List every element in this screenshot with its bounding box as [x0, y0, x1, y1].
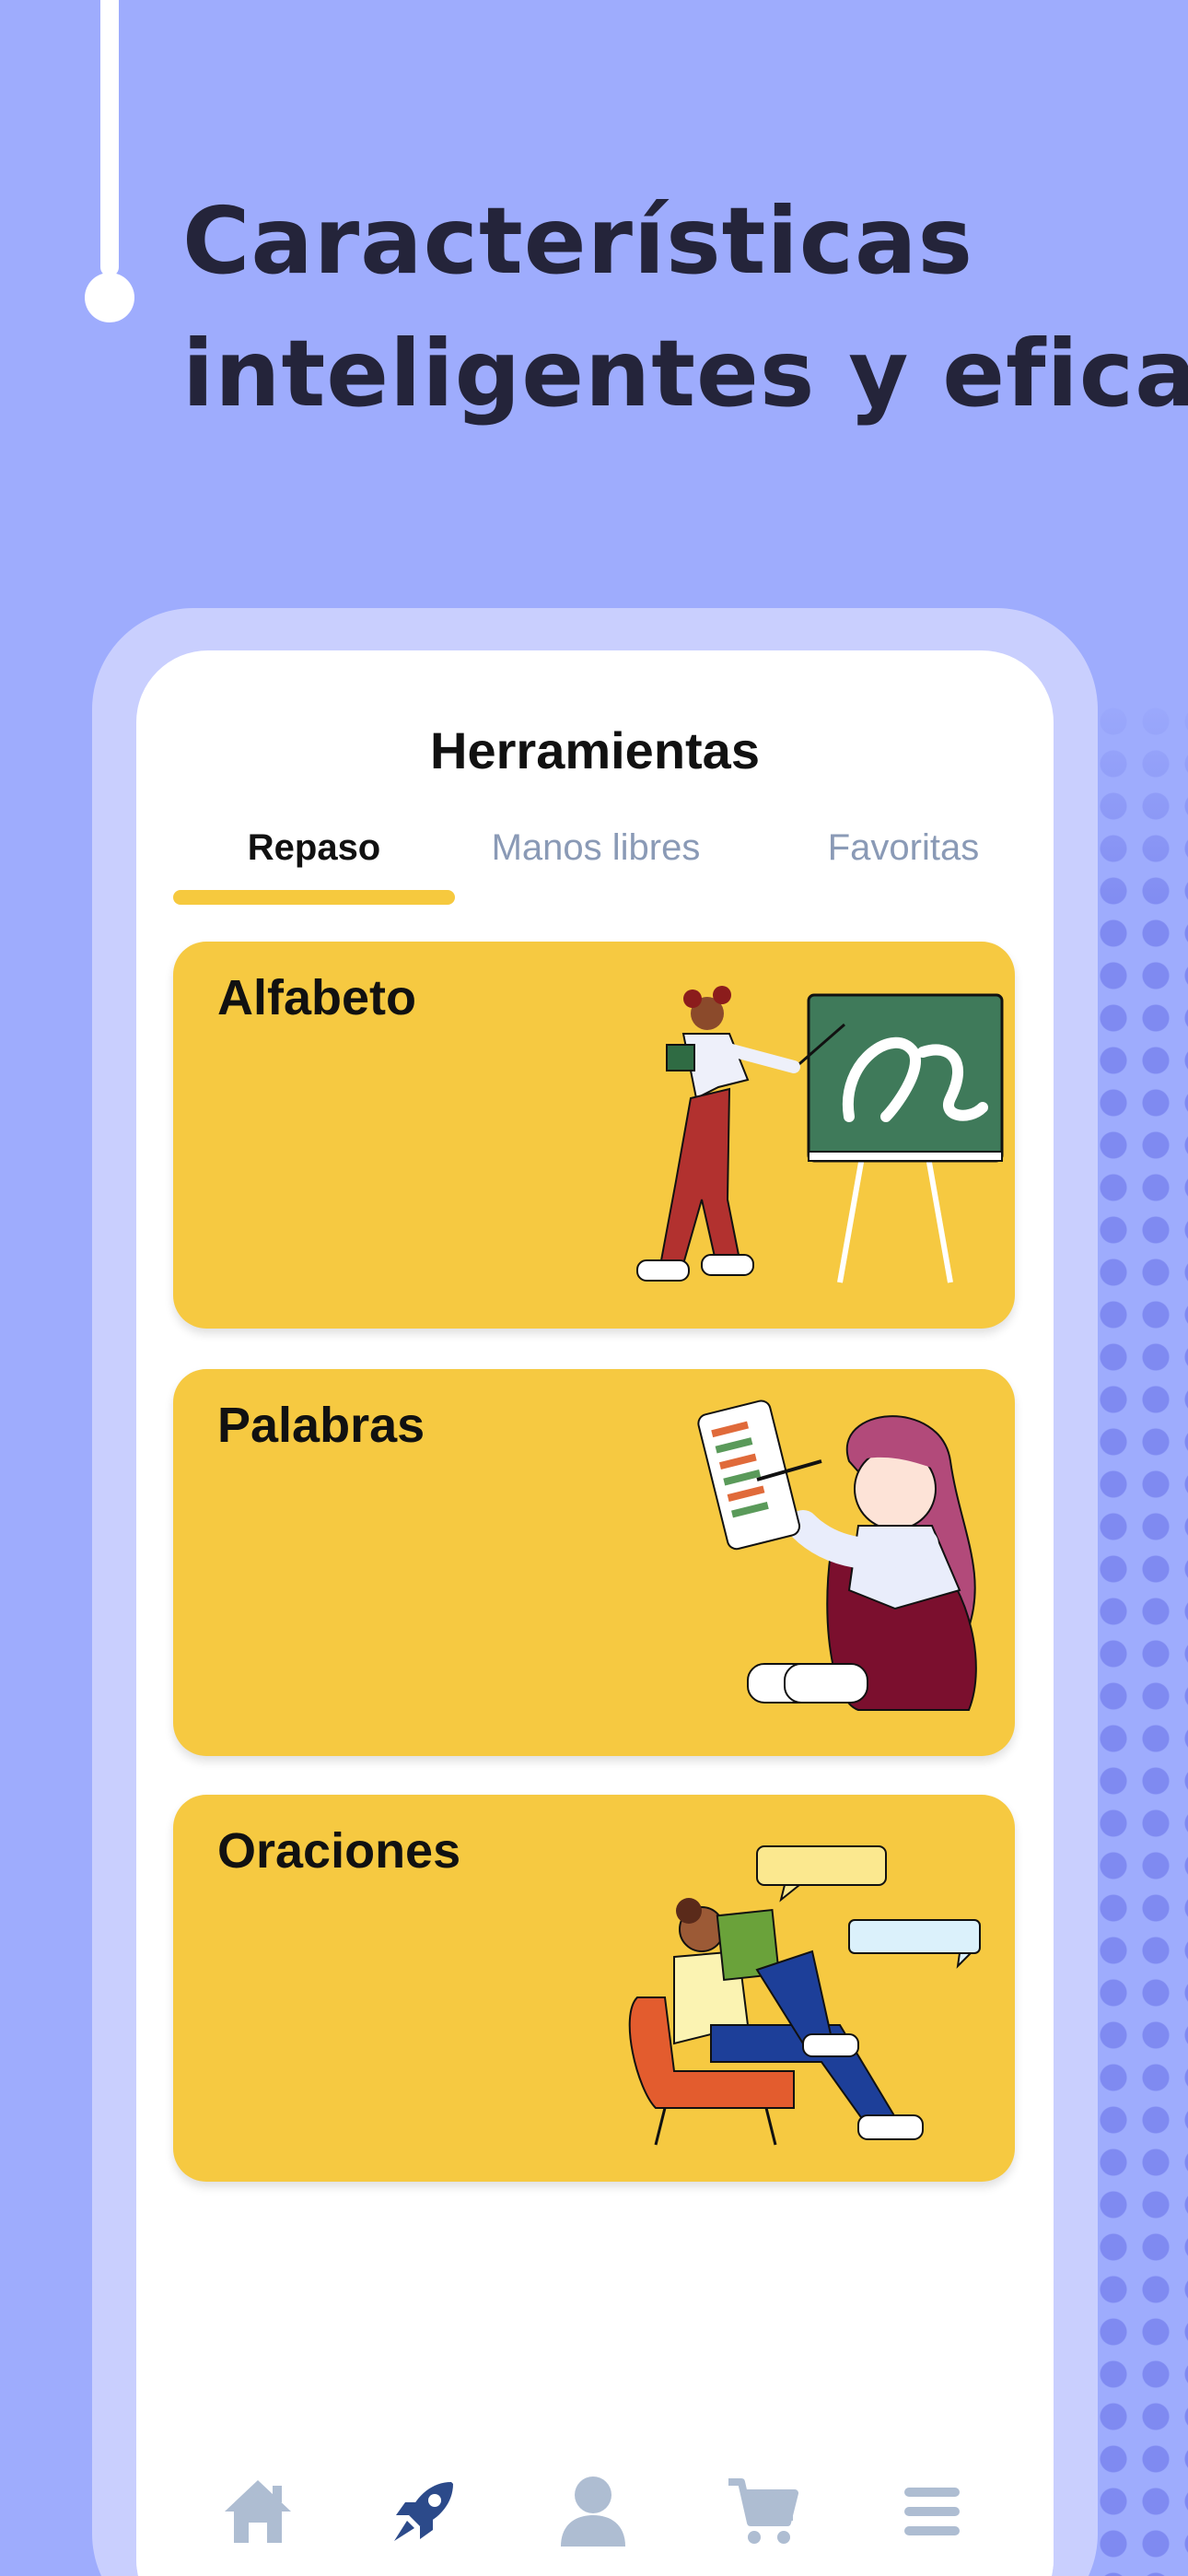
- card-title: Palabras: [217, 1398, 425, 1453]
- menu-icon: [904, 2488, 960, 2535]
- nav-cart[interactable]: [707, 2456, 818, 2567]
- active-tab-indicator: [173, 890, 455, 905]
- tab-bar: Repaso Manos libres Favoritas: [136, 820, 1054, 905]
- teacher-chalkboard-illustration: [636, 986, 1004, 1283]
- card-palabras[interactable]: Palabras: [173, 1369, 1015, 1756]
- home-icon: [225, 2480, 291, 2543]
- card-title: Oraciones: [217, 1823, 461, 1879]
- tab-favoritas[interactable]: Favoritas: [763, 820, 1044, 875]
- timeline-dot: [85, 273, 134, 322]
- tab-repaso[interactable]: Repaso: [173, 820, 455, 875]
- headline: Características inteligentes y eficaces: [182, 175, 1188, 440]
- nav-explore[interactable]: [368, 2456, 479, 2567]
- nav-home[interactable]: [203, 2456, 313, 2567]
- card-oraciones[interactable]: Oraciones: [173, 1795, 1015, 2182]
- headline-line-2: inteligentes y eficaces: [182, 320, 1188, 427]
- card-title: Alfabeto: [217, 970, 416, 1025]
- rocket-icon: [394, 2482, 453, 2541]
- timeline-line: [100, 0, 119, 276]
- card-alfabeto[interactable]: Alfabeto: [173, 942, 1015, 1329]
- headline-line-1: Características: [182, 187, 974, 295]
- profile-icon: [561, 2476, 625, 2547]
- tab-manos-libres[interactable]: Manos libres: [455, 820, 737, 875]
- person-reading-chair-illustration: [628, 1845, 981, 2146]
- bottom-nav: [136, 2456, 1054, 2576]
- cart-icon: [728, 2478, 798, 2544]
- nav-menu[interactable]: [877, 2456, 987, 2567]
- girl-reading-list-illustration: [697, 1399, 977, 1711]
- screen-title: Herramientas: [430, 721, 760, 779]
- promo-screen: Características inteligentes y eficaces …: [0, 0, 1188, 2576]
- phone-screen: Herramientas Repaso Manos libres Favorit…: [136, 650, 1054, 2576]
- nav-profile[interactable]: [538, 2456, 648, 2567]
